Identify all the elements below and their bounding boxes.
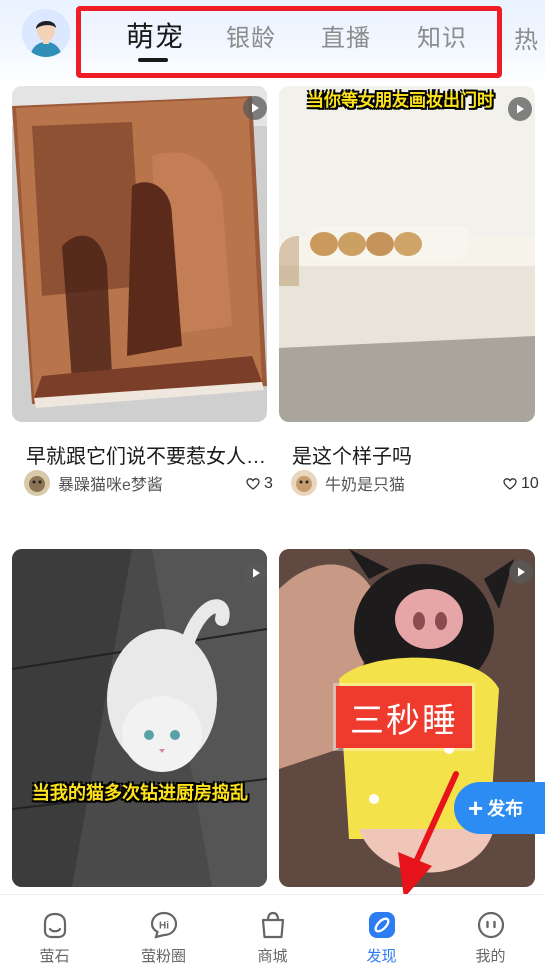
user-avatar[interactable] bbox=[22, 9, 70, 57]
nav-label: 萤粉圈 bbox=[140, 948, 186, 965]
video-thumbnail[interactable]: 当你等女朋友画妆出门时 bbox=[279, 86, 535, 422]
nav-label: 商城 bbox=[257, 948, 288, 965]
author-avatar[interactable] bbox=[291, 470, 317, 496]
top-bar: 萌宠 银龄 直播 知识 热 bbox=[0, 0, 545, 84]
like-count-value: 3 bbox=[264, 475, 273, 492]
nav-label: 萤石 bbox=[39, 948, 70, 965]
author-row[interactable]: 暴躁猫咪e梦酱 bbox=[24, 469, 163, 497]
publish-label: 发布 bbox=[487, 799, 524, 819]
play-icon bbox=[244, 561, 267, 585]
bottom-navigation: 萤石 Hi 萤粉圈 商城 发现 我的 bbox=[0, 894, 545, 970]
nav-mall[interactable]: 商城 bbox=[218, 895, 327, 970]
video-caption-tag: 三秒睡 bbox=[336, 686, 472, 748]
heart-icon bbox=[246, 478, 260, 490]
video-caption-overlay: 当你等女朋友画妆出门时 bbox=[307, 91, 494, 110]
nav-fluorite[interactable]: 萤石 bbox=[0, 895, 109, 970]
profile-face-icon bbox=[477, 911, 504, 939]
video-thumbnail[interactable] bbox=[12, 86, 267, 422]
active-tab-indicator bbox=[138, 58, 168, 62]
like-count-value: 10 bbox=[521, 475, 539, 492]
nav-mine[interactable]: 我的 bbox=[436, 895, 545, 970]
author-name[interactable]: 暴躁猫咪e梦酱 bbox=[58, 471, 163, 495]
heart-icon bbox=[503, 478, 517, 490]
book-illustration-image bbox=[12, 86, 267, 422]
tab-hot-partial[interactable]: 热 bbox=[514, 20, 545, 55]
hi-chat-icon: Hi bbox=[150, 911, 177, 939]
post-title[interactable]: 早就跟它们说不要惹女人… bbox=[26, 440, 276, 469]
discover-compass-icon bbox=[368, 912, 395, 938]
tab-pets[interactable]: 萌宠 bbox=[126, 15, 184, 55]
author-name[interactable]: 牛奶是只猫 bbox=[325, 471, 405, 495]
white-cat-on-tiles-image bbox=[12, 549, 267, 887]
fluorite-home-icon bbox=[43, 912, 66, 939]
play-icon bbox=[508, 97, 532, 121]
annotation-arrow-icon bbox=[398, 771, 459, 898]
cats-on-sofa-image bbox=[279, 86, 535, 422]
nav-label: 我的 bbox=[475, 948, 506, 965]
nav-discover[interactable]: 发现 bbox=[327, 895, 436, 970]
plus-icon: + bbox=[468, 793, 484, 823]
video-caption-overlay: 当我的猫多次钻进厨房捣乱 bbox=[32, 783, 248, 803]
avatar-illustration-icon bbox=[22, 9, 70, 57]
like-count[interactable]: 3 bbox=[246, 475, 273, 493]
post-title[interactable]: 是这个样子吗 bbox=[292, 440, 532, 469]
svg-text:Hi: Hi bbox=[159, 921, 169, 932]
play-icon bbox=[509, 560, 533, 584]
nav-label: 发现 bbox=[366, 948, 397, 965]
like-count[interactable]: 10 bbox=[503, 475, 539, 493]
author-row[interactable]: 牛奶是只猫 bbox=[291, 469, 405, 497]
video-thumbnail[interactable]: 当我的猫多次钻进厨房捣乱 bbox=[12, 549, 267, 887]
play-icon bbox=[243, 96, 267, 120]
tab-seniors[interactable]: 银龄 bbox=[226, 18, 276, 53]
shopping-bag-icon bbox=[261, 911, 284, 939]
nav-fan-circle[interactable]: Hi 萤粉圈 bbox=[109, 895, 218, 970]
tab-live[interactable]: 直播 bbox=[321, 18, 371, 53]
tab-knowledge[interactable]: 知识 bbox=[417, 18, 467, 53]
author-avatar[interactable] bbox=[24, 470, 50, 496]
